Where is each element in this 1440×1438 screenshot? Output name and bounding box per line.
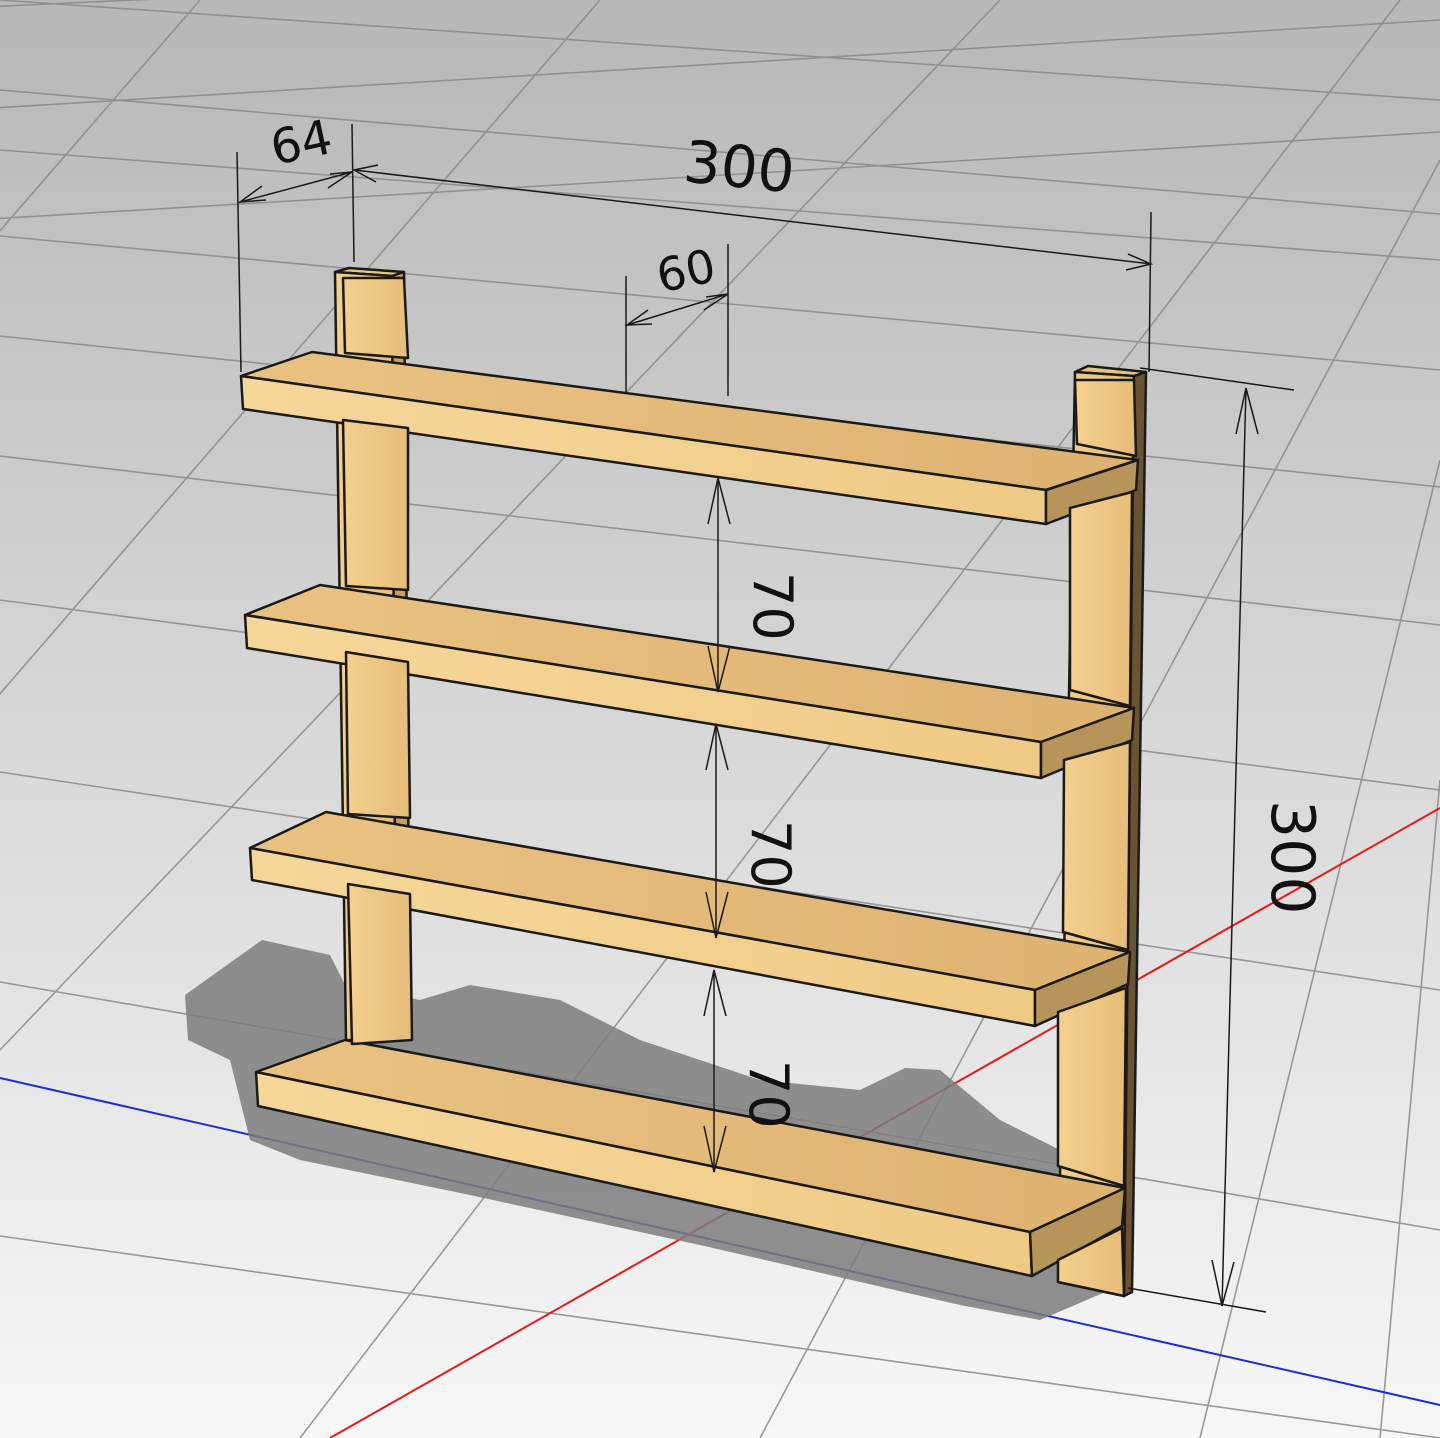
- height-dimension-label: 300: [1257, 800, 1327, 915]
- spacing-dimension-2-label: 70: [739, 820, 802, 889]
- width-dimension-label: 300: [681, 127, 798, 206]
- right-post-front-segments: [1056, 378, 1138, 1298]
- 3d-viewport[interactable]: 64 300 60 70 70 70 300: [0, 0, 1440, 1438]
- spacing-dimension-3-label: 70: [737, 1060, 800, 1129]
- spacing-dimension-1-label: 70: [741, 572, 804, 641]
- scene-canvas[interactable]: 64 300 60 70 70 70 300: [0, 0, 1440, 1438]
